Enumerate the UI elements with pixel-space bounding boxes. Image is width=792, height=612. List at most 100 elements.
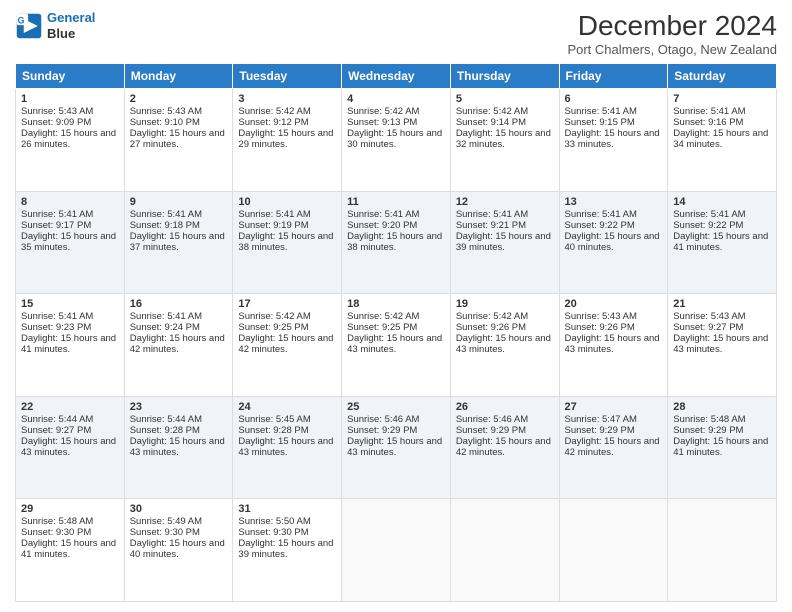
sunrise-text: Sunrise: 5:44 AM <box>130 414 202 425</box>
day-number: 19 <box>456 298 554 310</box>
table-row: 12Sunrise: 5:41 AMSunset: 9:21 PMDayligh… <box>450 191 559 294</box>
sunrise-text: Sunrise: 5:41 AM <box>130 209 202 220</box>
logo: G General Blue <box>15 10 95 41</box>
daylight-text: Daylight: 15 hours and 41 minutes. <box>673 231 768 253</box>
day-number: 25 <box>347 401 445 413</box>
day-number: 27 <box>565 401 663 413</box>
sunset-text: Sunset: 9:29 PM <box>673 425 743 436</box>
sunrise-text: Sunrise: 5:42 AM <box>238 311 310 322</box>
day-number: 14 <box>673 196 771 208</box>
sunset-text: Sunset: 9:25 PM <box>347 322 417 333</box>
svg-text:G: G <box>18 15 25 25</box>
month-title: December 2024 <box>567 10 777 42</box>
day-number: 24 <box>238 401 336 413</box>
sunset-text: Sunset: 9:27 PM <box>21 425 91 436</box>
day-number: 11 <box>347 196 445 208</box>
table-row: 15Sunrise: 5:41 AMSunset: 9:23 PMDayligh… <box>16 294 125 397</box>
table-row: 11Sunrise: 5:41 AMSunset: 9:20 PMDayligh… <box>342 191 451 294</box>
daylight-text: Daylight: 15 hours and 43 minutes. <box>347 333 442 355</box>
calendar-row: 22Sunrise: 5:44 AMSunset: 9:27 PMDayligh… <box>16 396 777 499</box>
day-number: 30 <box>130 503 228 515</box>
day-number: 18 <box>347 298 445 310</box>
day-number: 10 <box>238 196 336 208</box>
daylight-text: Daylight: 15 hours and 41 minutes. <box>21 333 116 355</box>
sunset-text: Sunset: 9:28 PM <box>130 425 200 436</box>
table-row: 28Sunrise: 5:48 AMSunset: 9:29 PMDayligh… <box>668 396 777 499</box>
day-number: 29 <box>21 503 119 515</box>
sunrise-text: Sunrise: 5:46 AM <box>347 414 419 425</box>
table-row <box>450 499 559 602</box>
daylight-text: Daylight: 15 hours and 39 minutes. <box>456 231 551 253</box>
sunrise-text: Sunrise: 5:41 AM <box>565 209 637 220</box>
sunrise-text: Sunrise: 5:43 AM <box>565 311 637 322</box>
daylight-text: Daylight: 15 hours and 42 minutes. <box>565 436 660 458</box>
logo-line1: General <box>47 10 95 26</box>
sunset-text: Sunset: 9:20 PM <box>347 220 417 231</box>
day-number: 23 <box>130 401 228 413</box>
daylight-text: Daylight: 15 hours and 38 minutes. <box>238 231 333 253</box>
day-number: 17 <box>238 298 336 310</box>
table-row: 14Sunrise: 5:41 AMSunset: 9:22 PMDayligh… <box>668 191 777 294</box>
daylight-text: Daylight: 15 hours and 35 minutes. <box>21 231 116 253</box>
day-number: 12 <box>456 196 554 208</box>
day-number: 26 <box>456 401 554 413</box>
sunset-text: Sunset: 9:29 PM <box>456 425 526 436</box>
table-row: 18Sunrise: 5:42 AMSunset: 9:25 PMDayligh… <box>342 294 451 397</box>
table-row: 7Sunrise: 5:41 AMSunset: 9:16 PMDaylight… <box>668 89 777 192</box>
sunrise-text: Sunrise: 5:41 AM <box>673 209 745 220</box>
sunrise-text: Sunrise: 5:41 AM <box>130 311 202 322</box>
table-row: 27Sunrise: 5:47 AMSunset: 9:29 PMDayligh… <box>559 396 668 499</box>
daylight-text: Daylight: 15 hours and 43 minutes. <box>130 436 225 458</box>
sunset-text: Sunset: 9:14 PM <box>456 117 526 128</box>
sunrise-text: Sunrise: 5:41 AM <box>21 209 93 220</box>
table-row: 20Sunrise: 5:43 AMSunset: 9:26 PMDayligh… <box>559 294 668 397</box>
table-row: 17Sunrise: 5:42 AMSunset: 9:25 PMDayligh… <box>233 294 342 397</box>
daylight-text: Daylight: 15 hours and 42 minutes. <box>130 333 225 355</box>
sunset-text: Sunset: 9:13 PM <box>347 117 417 128</box>
col-wednesday: Wednesday <box>342 64 451 89</box>
daylight-text: Daylight: 15 hours and 42 minutes. <box>238 333 333 355</box>
daylight-text: Daylight: 15 hours and 26 minutes. <box>21 128 116 150</box>
day-number: 2 <box>130 93 228 105</box>
sunrise-text: Sunrise: 5:44 AM <box>21 414 93 425</box>
daylight-text: Daylight: 15 hours and 34 minutes. <box>673 128 768 150</box>
table-row: 16Sunrise: 5:41 AMSunset: 9:24 PMDayligh… <box>124 294 233 397</box>
sunset-text: Sunset: 9:30 PM <box>238 527 308 538</box>
sunrise-text: Sunrise: 5:47 AM <box>565 414 637 425</box>
sunrise-text: Sunrise: 5:42 AM <box>456 311 528 322</box>
table-row: 24Sunrise: 5:45 AMSunset: 9:28 PMDayligh… <box>233 396 342 499</box>
table-row: 23Sunrise: 5:44 AMSunset: 9:28 PMDayligh… <box>124 396 233 499</box>
col-friday: Friday <box>559 64 668 89</box>
day-number: 5 <box>456 93 554 105</box>
sunset-text: Sunset: 9:25 PM <box>238 322 308 333</box>
table-row: 30Sunrise: 5:49 AMSunset: 9:30 PMDayligh… <box>124 499 233 602</box>
sunset-text: Sunset: 9:24 PM <box>130 322 200 333</box>
sunset-text: Sunset: 9:17 PM <box>21 220 91 231</box>
daylight-text: Daylight: 15 hours and 43 minutes. <box>673 333 768 355</box>
table-row: 8Sunrise: 5:41 AMSunset: 9:17 PMDaylight… <box>16 191 125 294</box>
daylight-text: Daylight: 15 hours and 33 minutes. <box>565 128 660 150</box>
daylight-text: Daylight: 15 hours and 39 minutes. <box>238 538 333 560</box>
title-section: December 2024 Port Chalmers, Otago, New … <box>567 10 777 57</box>
sunrise-text: Sunrise: 5:41 AM <box>673 106 745 117</box>
calendar-row: 15Sunrise: 5:41 AMSunset: 9:23 PMDayligh… <box>16 294 777 397</box>
sunset-text: Sunset: 9:16 PM <box>673 117 743 128</box>
table-row: 5Sunrise: 5:42 AMSunset: 9:14 PMDaylight… <box>450 89 559 192</box>
daylight-text: Daylight: 15 hours and 27 minutes. <box>130 128 225 150</box>
day-number: 1 <box>21 93 119 105</box>
table-row: 1Sunrise: 5:43 AMSunset: 9:09 PMDaylight… <box>16 89 125 192</box>
calendar-row: 8Sunrise: 5:41 AMSunset: 9:17 PMDaylight… <box>16 191 777 294</box>
sunrise-text: Sunrise: 5:49 AM <box>130 516 202 527</box>
daylight-text: Daylight: 15 hours and 42 minutes. <box>456 436 551 458</box>
sunrise-text: Sunrise: 5:45 AM <box>238 414 310 425</box>
col-thursday: Thursday <box>450 64 559 89</box>
header-row: Sunday Monday Tuesday Wednesday Thursday… <box>16 64 777 89</box>
day-number: 31 <box>238 503 336 515</box>
daylight-text: Daylight: 15 hours and 37 minutes. <box>130 231 225 253</box>
day-number: 7 <box>673 93 771 105</box>
daylight-text: Daylight: 15 hours and 43 minutes. <box>347 436 442 458</box>
sunset-text: Sunset: 9:29 PM <box>565 425 635 436</box>
day-number: 3 <box>238 93 336 105</box>
sunset-text: Sunset: 9:30 PM <box>130 527 200 538</box>
sunset-text: Sunset: 9:22 PM <box>673 220 743 231</box>
